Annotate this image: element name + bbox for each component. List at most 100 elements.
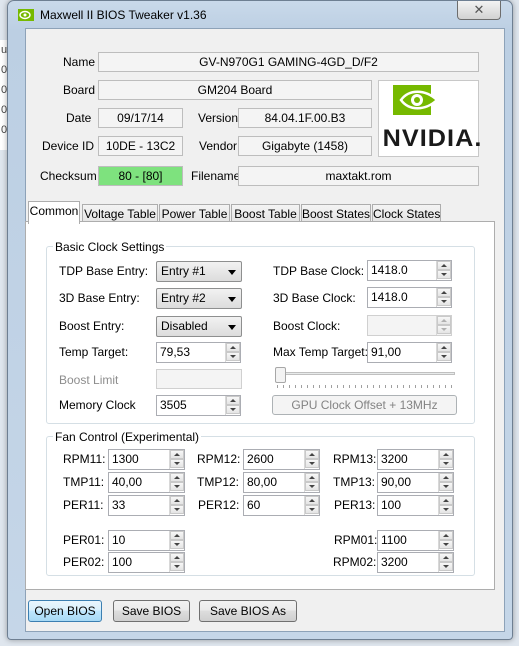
nvidia-logo: NVIDIA. — [378, 80, 481, 157]
per11-value: 33 — [112, 498, 126, 512]
spin-down-icon[interactable] — [170, 562, 184, 571]
spin-up-icon[interactable] — [305, 473, 319, 482]
per13-label: PER13: — [334, 498, 376, 512]
3d-base-clock-value: 1418.0 — [371, 290, 408, 304]
tmp13-spinner[interactable]: 90,00 — [377, 472, 454, 493]
spin-up-icon[interactable] — [439, 531, 453, 540]
vendor-field: Gigabyte (1458) — [238, 136, 372, 156]
memory-clock-spinner[interactable]: 3505 — [156, 395, 241, 416]
boost-entry-select[interactable]: Disabled — [156, 316, 242, 337]
per01-label: PER01: — [63, 533, 105, 547]
spin-down-icon[interactable] — [437, 270, 451, 279]
tmp12-spinner[interactable]: 80,00 — [243, 472, 320, 493]
name-field: GV-N970G1 GAMING-4GD_D/F2 — [98, 52, 479, 72]
temp-target-spinner[interactable]: 79,53 — [156, 342, 241, 363]
spin-up-icon[interactable] — [439, 496, 453, 505]
slider-thumb[interactable] — [275, 367, 286, 383]
spin-down-icon[interactable] — [170, 482, 184, 491]
rpm12-spinner[interactable]: 2600 — [243, 449, 320, 470]
spin-up-icon[interactable] — [437, 343, 451, 352]
spin-down-icon[interactable] — [437, 297, 451, 306]
open-bios-button[interactable]: Open BIOS — [28, 600, 102, 622]
temp-target-label: Temp Target: — [59, 345, 129, 359]
rpm13-spinner[interactable]: 3200 — [377, 449, 454, 470]
spin-up-icon[interactable] — [170, 450, 184, 459]
slider-track — [275, 372, 455, 375]
tmp11-value: 40,00 — [112, 475, 143, 489]
rpm11-spinner[interactable]: 1300 — [108, 449, 185, 470]
spin-down-icon[interactable] — [305, 459, 319, 468]
tdp-base-entry-select[interactable]: Entry #1 — [156, 261, 242, 282]
per01-value: 10 — [112, 533, 126, 547]
vendor-label: Vendor — [199, 139, 238, 153]
spin-down-icon[interactable] — [226, 405, 240, 414]
version-field: 84.04.1F.00.B3 — [238, 108, 372, 128]
rpm12-label: RPM12: — [197, 452, 241, 466]
boost-limit-label: Boost Limit — [59, 373, 119, 387]
rpm01-value: 1100 — [381, 533, 407, 547]
spin-down-icon[interactable] — [439, 540, 453, 549]
spin-down-icon[interactable] — [439, 482, 453, 491]
spin-up-icon[interactable] — [305, 496, 319, 505]
checksum-label: Checksum — [40, 169, 97, 183]
spin-down-icon[interactable] — [170, 505, 184, 514]
tab-common[interactable]: Common — [28, 201, 80, 224]
per11-label: PER11: — [63, 498, 104, 512]
spin-up-icon[interactable] — [437, 288, 451, 297]
spin-up-icon[interactable] — [439, 473, 453, 482]
per12-label: PER12: — [198, 498, 240, 512]
basic-clock-title: Basic Clock Settings — [53, 240, 167, 254]
max-temp-target-spinner[interactable]: 91,00 — [367, 342, 452, 363]
device-id-field: 10DE - 13C2 — [98, 136, 183, 156]
per13-spinner[interactable]: 100 — [377, 495, 454, 516]
tmp11-label: TMP11: — [63, 475, 105, 489]
per02-value: 100 — [112, 555, 133, 569]
close-button[interactable]: ✕ — [457, 1, 501, 20]
spin-down-icon[interactable] — [305, 505, 319, 514]
fan-control-title: Fan Control (Experimental) — [53, 430, 202, 444]
spin-up-icon[interactable] — [170, 473, 184, 482]
tmp13-label: TMP13: — [333, 475, 376, 489]
spin-down-icon[interactable] — [439, 505, 453, 514]
max-temp-target-value: 91,00 — [371, 345, 402, 359]
tmp13-value: 90,00 — [381, 475, 412, 489]
spin-up-icon[interactable] — [170, 496, 184, 505]
tdp-base-entry-label: TDP Base Entry: — [59, 264, 149, 278]
spin-up-icon[interactable] — [437, 261, 451, 270]
rpm02-spinner[interactable]: 3200 — [377, 552, 454, 573]
spin-up-icon[interactable] — [226, 396, 240, 405]
spin-down-icon[interactable] — [439, 562, 453, 571]
spin-down-icon[interactable] — [170, 540, 184, 549]
spin-up-icon[interactable] — [226, 343, 240, 352]
save-bios-button[interactable]: Save BIOS — [113, 600, 190, 622]
spin-down-icon[interactable] — [305, 482, 319, 491]
spin-up-icon[interactable] — [170, 531, 184, 540]
date-field: 09/17/14 — [98, 108, 183, 128]
date-label: Date — [66, 111, 92, 125]
3d-base-clock-spinner[interactable]: 1418.0 — [367, 287, 452, 308]
per11-spinner[interactable]: 33 — [108, 495, 185, 516]
rpm01-spinner[interactable]: 1100 — [377, 530, 454, 551]
per12-value: 60 — [247, 498, 261, 512]
save-bios-as-button[interactable]: Save BIOS As — [199, 600, 297, 622]
rpm13-value: 3200 — [381, 452, 408, 466]
spin-up-icon[interactable] — [305, 450, 319, 459]
spin-up-icon[interactable] — [439, 553, 453, 562]
per01-spinner[interactable]: 10 — [108, 530, 185, 551]
per12-spinner[interactable]: 60 — [243, 495, 320, 516]
spin-down-icon[interactable] — [170, 459, 184, 468]
window-title: Maxwell II BIOS Tweaker v1.36 — [40, 8, 207, 22]
per02-spinner[interactable]: 100 — [108, 552, 185, 573]
spin-up-icon[interactable] — [439, 450, 453, 459]
spin-down-icon[interactable] — [226, 352, 240, 361]
rpm11-value: 1300 — [112, 452, 139, 466]
spin-down-icon[interactable] — [437, 352, 451, 361]
spin-up-icon[interactable] — [170, 553, 184, 562]
tmp11-spinner[interactable]: 40,00 — [108, 472, 185, 493]
tdp-base-clock-label: TDP Base Clock: — [273, 264, 365, 278]
tdp-base-clock-spinner[interactable]: 1418.0 — [367, 260, 452, 281]
spin-down-icon[interactable] — [439, 459, 453, 468]
memory-clock-value: 3505 — [160, 398, 187, 412]
gpu-clock-offset-slider[interactable] — [275, 364, 455, 388]
3d-base-entry-select[interactable]: Entry #2 — [156, 288, 242, 309]
